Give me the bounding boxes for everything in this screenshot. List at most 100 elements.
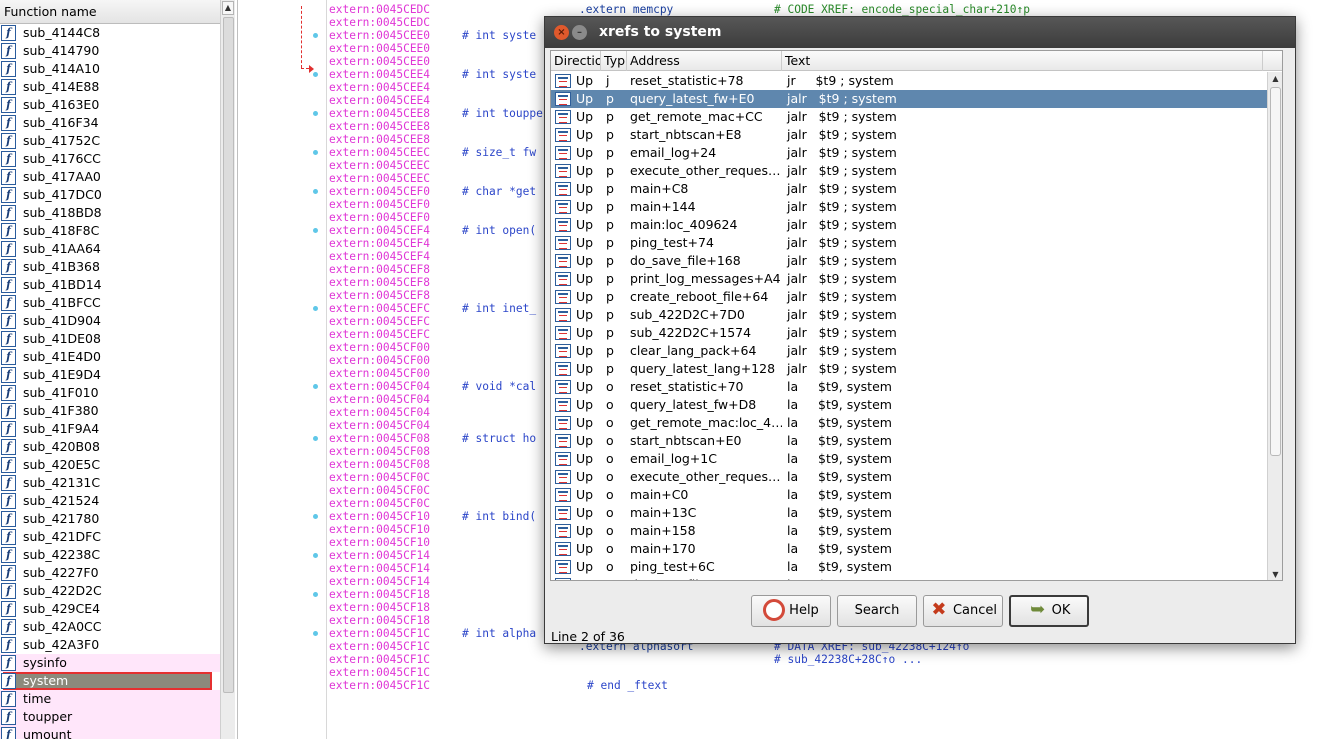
cancel-button[interactable]: ✖ Cancel (923, 595, 1003, 627)
close-icon[interactable]: × (554, 25, 569, 40)
function-list-item[interactable]: f sub_41BFCC (0, 294, 220, 312)
function-list-item[interactable]: f sub_41F9A4 (0, 420, 220, 438)
function-list-item[interactable]: f sub_417DC0 (0, 186, 220, 204)
line-instruction[interactable]: .extern memcpy (579, 3, 673, 16)
function-list-item[interactable]: f sub_421524 (0, 492, 220, 510)
xref-row[interactable]: Up p email_log+24 jalr $t9 ; system (551, 144, 1267, 162)
xref-row[interactable]: Up p main+C8 jalr $t9 ; system (551, 180, 1267, 198)
xref-row[interactable]: Up p query_latest_lang+128 jalr $t9 ; syste… (551, 360, 1267, 378)
breakpoint-dot-icon[interactable] (313, 150, 318, 155)
xref-row[interactable]: Up o query_latest_fw+D8 la $t9, system (551, 396, 1267, 414)
function-list-item[interactable]: f sub_4163E0 (0, 96, 220, 114)
function-list-item[interactable]: f sub_414E88 (0, 78, 220, 96)
function-list-item[interactable]: f sub_420B08 (0, 438, 220, 456)
xref-row[interactable]: Up p get_remote_mac+CC jalr $t9 ; system (551, 108, 1267, 126)
xref-row[interactable]: Up p print_log_messages+A4 jalr $t9 ; syste… (551, 270, 1267, 288)
xref-row[interactable]: Up o main+C0 la $t9, system (551, 486, 1267, 504)
xrefs-scrollbar-thumb[interactable] (1270, 87, 1281, 456)
function-list-item[interactable]: f sub_429CE4 (0, 600, 220, 618)
function-list-item[interactable]: f sub_414A10 (0, 60, 220, 78)
function-list-item[interactable]: f sub_420E5C (0, 456, 220, 474)
function-list-item[interactable]: f sub_41E9D4 (0, 366, 220, 384)
function-list-item[interactable]: f sub_4144C8 (0, 24, 220, 42)
function-list-item[interactable]: f sub_417AA0 (0, 168, 220, 186)
function-list-item[interactable]: f toupper (0, 708, 220, 726)
function-list-item[interactable]: f sub_41F380 (0, 402, 220, 420)
ok-button[interactable]: ➥ OK (1009, 595, 1089, 627)
breakpoint-dot-icon[interactable] (313, 33, 318, 38)
search-button[interactable]: Search (837, 595, 917, 627)
breakpoint-dot-icon[interactable] (313, 111, 318, 116)
function-list-item[interactable]: f sub_41B368 (0, 258, 220, 276)
function-list-item[interactable]: f time (0, 690, 220, 708)
function-list-item[interactable]: f system (1, 672, 212, 690)
function-list-item[interactable]: f sub_42238C (0, 546, 220, 564)
xref-row[interactable]: Up p ping_test+74 jalr $t9 ; system (551, 234, 1267, 252)
function-list-item[interactable]: f sub_41F010 (0, 384, 220, 402)
xref-row[interactable]: Up o start_nbtscan+E0 la $t9, system (551, 432, 1267, 450)
functions-column-header[interactable]: Function name (0, 0, 220, 24)
function-list-item[interactable]: f sub_42A3F0 (0, 636, 220, 654)
column-header-type[interactable]: Typ (601, 51, 627, 71)
xref-row[interactable]: Up p sub_422D2C+7D0 jalr $t9 ; system (551, 306, 1267, 324)
function-list-item[interactable]: f sub_41D904 (0, 312, 220, 330)
xrefs-scrollbar[interactable]: ▲ ▼ (1267, 72, 1282, 580)
function-list-item[interactable]: f sysinfo (0, 654, 220, 672)
xref-row[interactable]: Up p clear_lang_pack+64 jalr $t9 ; system (551, 342, 1267, 360)
column-header-text[interactable]: Text (782, 51, 1263, 71)
function-list-item[interactable]: f umount (0, 726, 220, 739)
line-xref-comment[interactable]: # sub_42238C+28C↑o ... (774, 653, 922, 666)
scroll-down-arrow-icon[interactable]: ▼ (1269, 568, 1282, 580)
minimize-icon[interactable]: – (572, 25, 587, 40)
dialog-titlebar[interactable]: × – xrefs to system (545, 17, 1295, 48)
xref-row[interactable]: Up o main+13C la $t9, system (551, 504, 1267, 522)
function-list-item[interactable]: f sub_4176CC (0, 150, 220, 168)
column-header-direction[interactable]: Directio (551, 51, 601, 71)
xref-row[interactable]: Up o email_log+1C la $t9, system (551, 450, 1267, 468)
function-list-item[interactable]: f sub_41752C (0, 132, 220, 150)
xref-row[interactable]: Up p execute_other_reques… jalr $t9 ; syste… (551, 162, 1267, 180)
xref-row[interactable]: Up p start_nbtscan+E8 jalr $t9 ; system (551, 126, 1267, 144)
xref-row[interactable]: Up o ping_test+6C la $t9, system (551, 558, 1267, 576)
function-list-item[interactable]: f sub_418F8C (0, 222, 220, 240)
function-list-item[interactable]: f sub_421DFC (0, 528, 220, 546)
xref-row[interactable]: Up p create_reboot_file+64 jalr $t9 ; syste… (551, 288, 1267, 306)
xref-row[interactable]: Up o main+170 la $t9, system (551, 540, 1267, 558)
xref-row[interactable]: Up j reset_statistic+78 jr $t9 ; system (551, 72, 1267, 90)
function-list-item[interactable]: f sub_41E4D0 (0, 348, 220, 366)
function-list-item[interactable]: f sub_414790 (0, 42, 220, 60)
xref-row[interactable]: Up o main+158 la $t9, system (551, 522, 1267, 540)
xref-row[interactable]: Up p query_latest_fw+E0 jalr $t9 ; system (551, 90, 1267, 108)
xref-row[interactable]: Up p main:loc_409624 jalr $t9 ; system (551, 216, 1267, 234)
xref-row[interactable]: Up p sub_422D2C+1574 jalr $t9 ; system (551, 324, 1267, 342)
scroll-up-arrow-icon[interactable]: ▲ (222, 1, 234, 15)
xref-row[interactable]: Up o execute_other_reques… la $t9, system (551, 468, 1267, 486)
function-list-item[interactable]: f sub_42131C (0, 474, 220, 492)
breakpoint-dot-icon[interactable] (313, 189, 318, 194)
help-button[interactable]: Help (751, 595, 831, 627)
breakpoint-dot-icon[interactable] (313, 228, 318, 233)
xref-row[interactable]: Up o do_save_file+160 la $t9, system (551, 576, 1267, 580)
xref-row[interactable]: Up o reset_statistic+70 la $t9, system (551, 378, 1267, 396)
function-list-item[interactable]: f sub_422D2C (0, 582, 220, 600)
breakpoint-dot-icon[interactable] (313, 553, 318, 558)
breakpoint-dot-icon[interactable] (313, 72, 318, 77)
breakpoint-dot-icon[interactable] (313, 592, 318, 597)
function-list-item[interactable]: f sub_42A0CC (0, 618, 220, 636)
function-list-item[interactable]: f sub_41BD14 (0, 276, 220, 294)
breakpoint-dot-icon[interactable] (313, 631, 318, 636)
function-list-item[interactable]: f sub_41DE08 (0, 330, 220, 348)
function-list-item[interactable]: f sub_418BD8 (0, 204, 220, 222)
breakpoint-dot-icon[interactable] (313, 436, 318, 441)
functions-scrollbar-thumb[interactable] (223, 17, 234, 693)
functions-scrollbar[interactable]: ▲ (220, 0, 235, 739)
line-xref-comment[interactable]: # CODE XREF: encode_special_char+210↑p (774, 3, 1030, 16)
xref-row[interactable]: Up o get_remote_mac:loc_4… la $t9, system (551, 414, 1267, 432)
breakpoint-dot-icon[interactable] (313, 306, 318, 311)
function-list-item[interactable]: f sub_416F34 (0, 114, 220, 132)
breakpoint-dot-icon[interactable] (313, 384, 318, 389)
column-header-address[interactable]: Address (627, 51, 782, 71)
function-list-item[interactable]: f sub_41AA64 (0, 240, 220, 258)
scroll-up-arrow-icon[interactable]: ▲ (1269, 72, 1282, 85)
xref-row[interactable]: Up p main+144 jalr $t9 ; system (551, 198, 1267, 216)
